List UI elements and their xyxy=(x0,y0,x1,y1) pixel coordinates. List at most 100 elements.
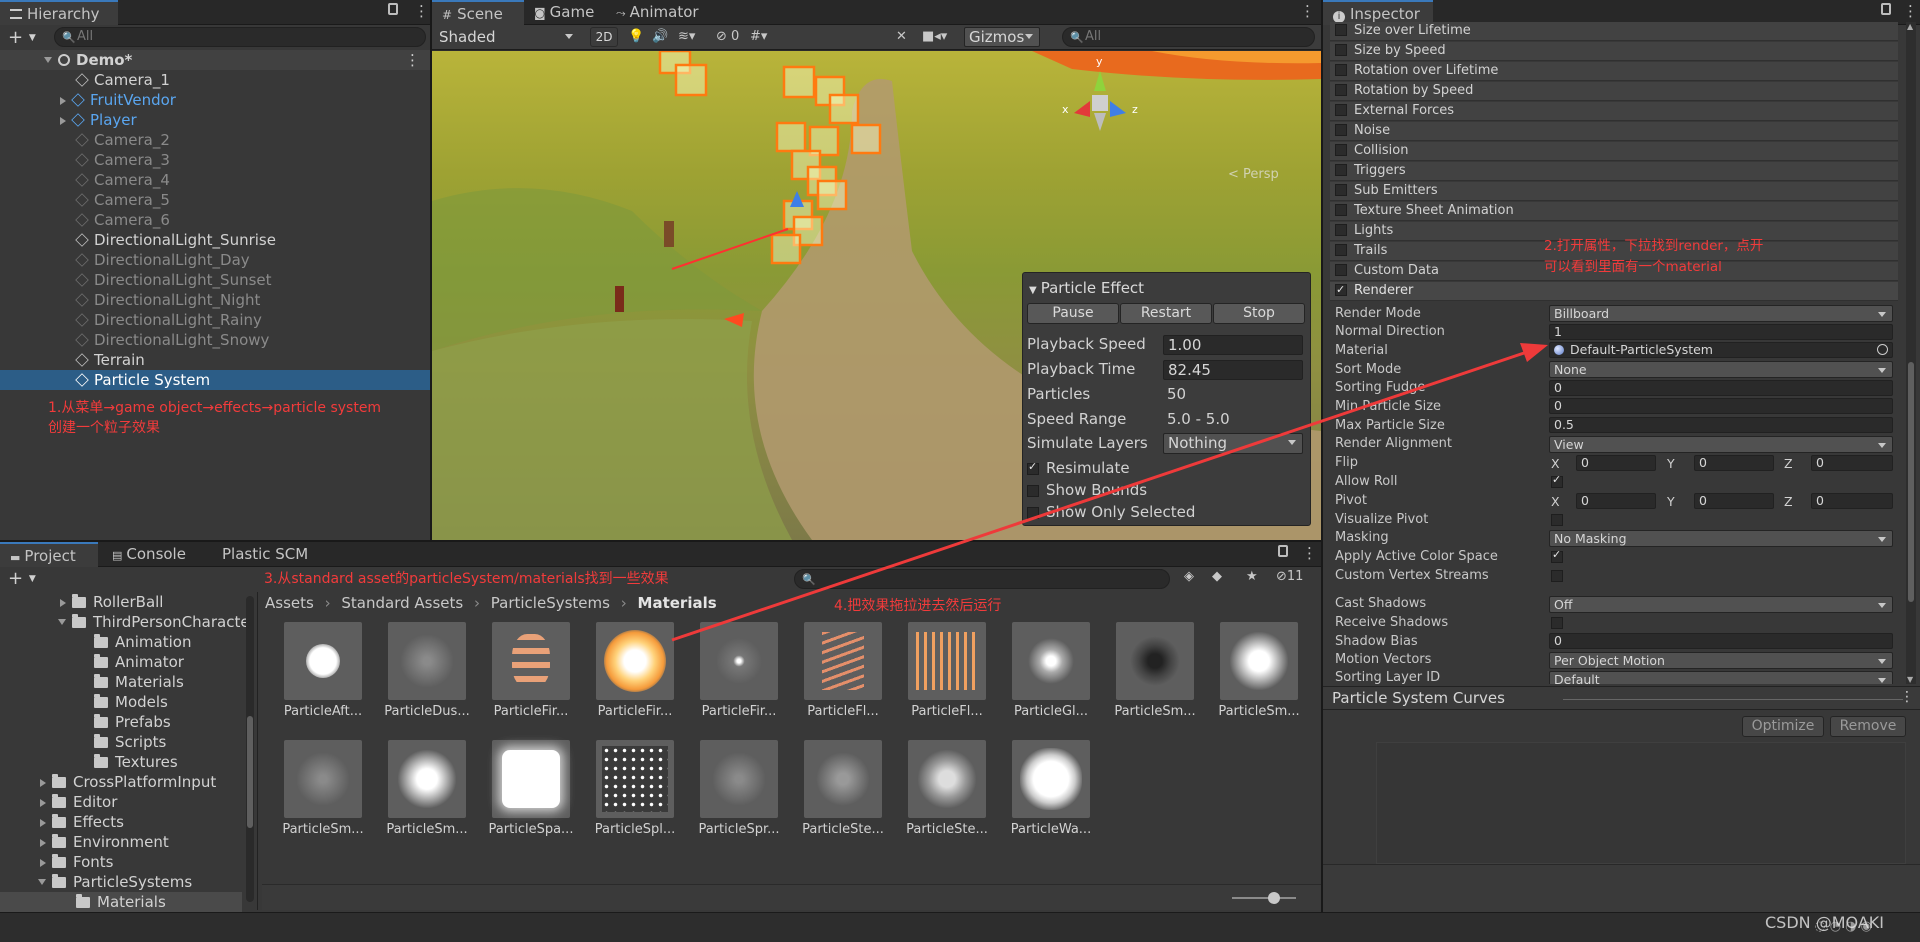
tree-scrollbar[interactable] xyxy=(246,596,254,902)
hierarchy-item[interactable]: Camera_6 xyxy=(0,210,170,230)
camera-icon[interactable]: ■◂▾ xyxy=(922,27,947,47)
expand-arrow-icon[interactable] xyxy=(44,57,52,63)
receive-shadows-checkbox[interactable] xyxy=(1551,615,1570,631)
resimulate-checkbox[interactable]: Resimulate xyxy=(1027,459,1130,477)
asset-thumbnail[interactable] xyxy=(700,622,778,700)
orientation-gizmo[interactable]: y x z xyxy=(1060,55,1140,151)
folder-tree-item[interactable]: Textures xyxy=(0,752,178,772)
zoom-slider[interactable] xyxy=(1232,892,1296,904)
hierarchy-search-input[interactable]: 🔍 All xyxy=(54,27,426,47)
tab-scene[interactable]: # Scene xyxy=(432,0,524,25)
project-add-button[interactable]: + ▼ xyxy=(8,568,36,589)
checkbox-icon[interactable] xyxy=(1335,244,1347,256)
expand-arrow-icon[interactable] xyxy=(40,819,46,827)
more-menu-icon[interactable]: ⋮ xyxy=(1900,689,1914,705)
expand-arrow-icon[interactable] xyxy=(40,859,46,867)
filter-by-label-icon[interactable]: ◆ xyxy=(1212,567,1222,587)
hierarchy-item[interactable]: DirectionalLight_Sunset xyxy=(0,270,272,290)
tab-console[interactable]: ▤ Console xyxy=(102,542,202,567)
asset-thumbnail[interactable] xyxy=(492,622,570,700)
expand-arrow-icon[interactable] xyxy=(40,799,46,807)
asset-thumbnail[interactable] xyxy=(1012,622,1090,700)
module-row[interactable]: Rotation by Speed xyxy=(1330,82,1898,101)
filter-by-type-icon[interactable]: ◈ xyxy=(1184,567,1194,587)
tab-game[interactable]: ◙ Game xyxy=(524,0,606,25)
more-menu-icon[interactable]: ⋮ xyxy=(1300,2,1315,20)
folder-tree-item[interactable]: ThirdPersonCharacte xyxy=(0,612,250,632)
scrollbar-thumb[interactable] xyxy=(1908,362,1914,602)
tab-animator[interactable]: ⤳ Animator xyxy=(606,0,716,25)
tab-hierarchy[interactable]: Hierarchy xyxy=(0,0,118,25)
checkbox-icon[interactable] xyxy=(1335,44,1347,56)
folder-tree-item[interactable]: CrossPlatformInput xyxy=(0,772,216,792)
folder-tree-item[interactable]: Models xyxy=(0,692,168,712)
pivot-x-field[interactable]: 0 xyxy=(1576,493,1656,509)
expand-arrow-icon[interactable] xyxy=(38,879,46,885)
asset-thumbnail[interactable] xyxy=(804,740,882,818)
expand-arrow-icon[interactable] xyxy=(58,619,66,625)
asset-thumbnail[interactable] xyxy=(1116,622,1194,700)
asset-thumbnail[interactable] xyxy=(1220,622,1298,700)
persp-label[interactable]: < Persp xyxy=(1228,167,1279,182)
visualize-pivot-checkbox[interactable] xyxy=(1551,512,1570,528)
hierarchy-item[interactable]: DirectionalLight_Snowy xyxy=(0,330,269,350)
scrollbar-thumb[interactable] xyxy=(247,716,253,828)
custom-vertex-streams-checkbox[interactable] xyxy=(1551,568,1570,584)
curves-header[interactable]: Particle System Curves ⋮ xyxy=(1323,686,1920,710)
2d-toggle-button[interactable]: 2D xyxy=(590,27,618,47)
checkbox-checked-icon[interactable] xyxy=(1335,281,1347,299)
more-menu-icon[interactable]: ⋮ xyxy=(414,2,429,20)
apply-active-color-space-checkbox[interactable] xyxy=(1551,548,1570,565)
tab-project[interactable]: ▬ Project xyxy=(0,542,98,567)
asset-thumbnail[interactable] xyxy=(284,740,362,818)
asset-thumbnail[interactable] xyxy=(1012,740,1090,818)
folder-tree-item-selected[interactable]: Materials xyxy=(0,892,242,912)
slider-handle[interactable] xyxy=(1268,892,1280,904)
folder-tree-item[interactable]: Effects xyxy=(0,812,124,832)
more-menu-icon[interactable]: ⋮ xyxy=(1903,2,1918,20)
lighting-toggle-icon[interactable]: 💡 xyxy=(628,27,644,47)
material-field[interactable]: Default-ParticleSystem xyxy=(1549,342,1893,358)
max-particle-size-field[interactable]: 0.5 xyxy=(1549,417,1893,433)
hidden-packages-icon[interactable]: ⊘11 xyxy=(1276,567,1303,587)
restart-button[interactable]: Restart xyxy=(1120,303,1212,324)
folder-tree-item[interactable]: Animator xyxy=(0,652,184,672)
asset-thumbnail[interactable] xyxy=(908,740,986,818)
checkbox-icon[interactable] xyxy=(1335,184,1347,196)
hierarchy-item[interactable]: Player xyxy=(0,110,137,130)
pivot-z-field[interactable]: 0 xyxy=(1811,493,1893,509)
gizmos-dropdown[interactable]: Gizmos xyxy=(964,27,1040,47)
masking-dropdown[interactable]: No Masking xyxy=(1549,530,1893,547)
module-row[interactable]: Texture Sheet Animation xyxy=(1330,202,1898,221)
scroll-up-icon[interactable]: ▲ xyxy=(1907,22,1913,31)
scene-search-input[interactable]: 🔍 All xyxy=(1062,27,1315,47)
curves-graph-area[interactable] xyxy=(1376,742,1906,864)
optimize-button[interactable]: Optimize xyxy=(1742,716,1824,737)
module-row[interactable]: Sub Emitters xyxy=(1330,182,1898,201)
hierarchy-item[interactable]: Camera_1 xyxy=(0,70,170,90)
hierarchy-item[interactable]: Camera_4 xyxy=(0,170,170,190)
breadcrumb-item[interactable]: Standard Assets xyxy=(341,594,463,612)
particle-effect-header[interactable]: ▼ Particle Effect xyxy=(1029,279,1144,297)
allow-roll-checkbox[interactable] xyxy=(1551,473,1570,490)
module-row[interactable]: Rotation over Lifetime xyxy=(1330,62,1898,81)
module-row[interactable]: Collision xyxy=(1330,142,1898,161)
folder-tree-item[interactable]: Prefabs xyxy=(0,712,171,732)
render-alignment-dropdown[interactable]: View xyxy=(1549,436,1893,453)
asset-thumbnail[interactable] xyxy=(284,622,362,700)
expand-arrow-icon[interactable] xyxy=(60,97,66,105)
stop-button[interactable]: Stop xyxy=(1213,303,1305,324)
more-menu-icon[interactable]: ⋮ xyxy=(1302,544,1317,562)
module-row[interactable]: Size over Lifetime xyxy=(1330,22,1898,41)
shadow-bias-field[interactable]: 0 xyxy=(1549,633,1893,649)
sorting-fudge-field[interactable]: 0 xyxy=(1549,380,1893,396)
module-row[interactable]: Size by Speed xyxy=(1330,42,1898,61)
hierarchy-item[interactable]: DirectionalLight_Night xyxy=(0,290,260,310)
breadcrumb-item[interactable]: Assets xyxy=(265,594,314,612)
scene-root-row[interactable]: Demo* ⋮ xyxy=(0,50,430,70)
asset-thumbnail[interactable] xyxy=(908,622,986,700)
cast-shadows-dropdown[interactable]: Off xyxy=(1549,596,1893,613)
favorite-star-icon[interactable]: ★ xyxy=(1246,567,1258,587)
render-mode-dropdown[interactable]: Billboard xyxy=(1549,305,1893,322)
lock-icon[interactable] xyxy=(388,3,398,15)
